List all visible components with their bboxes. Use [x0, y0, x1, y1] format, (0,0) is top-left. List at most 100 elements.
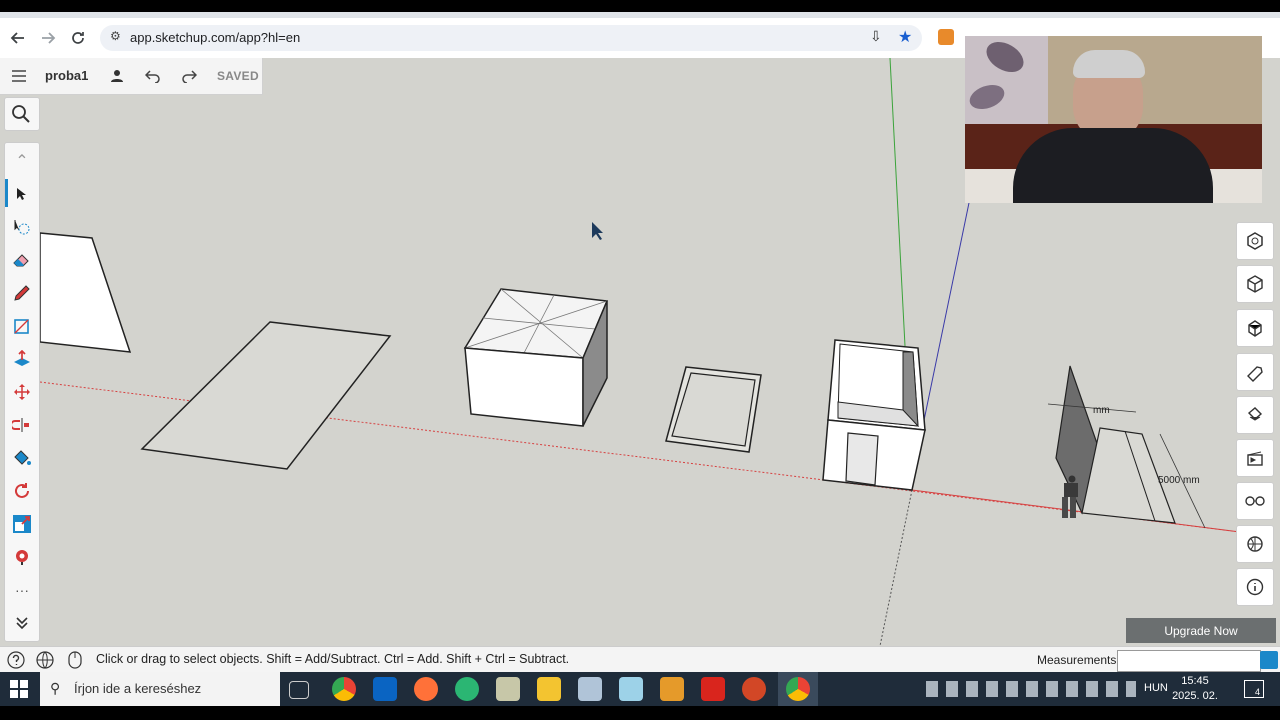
move-tool[interactable]: [6, 376, 38, 408]
active-chrome-task[interactable]: [778, 672, 818, 706]
tag-icon: [1247, 366, 1263, 382]
sketchup-logo-icon: [1260, 651, 1278, 669]
reload-icon: [72, 32, 84, 44]
arrow-right-icon: [42, 32, 56, 44]
solid-tools-panel-button[interactable]: [1236, 309, 1274, 347]
language-indicator[interactable]: HUN: [1144, 682, 1168, 694]
back-button[interactable]: [3, 18, 33, 58]
display-panel-button[interactable]: [1236, 482, 1274, 520]
install-icon[interactable]: ⇩: [870, 28, 882, 45]
measurements-input[interactable]: [1117, 650, 1261, 672]
clock-time: 15:45: [1181, 675, 1209, 687]
notepad-icon[interactable]: [496, 677, 520, 701]
search-tool-button[interactable]: [5, 98, 37, 130]
upgrade-now-button[interactable]: Upgrade Now: [1126, 618, 1276, 643]
undo-icon: [145, 70, 160, 83]
entity-info-panel-button[interactable]: [1236, 568, 1274, 606]
components-icon: [1247, 232, 1263, 250]
app-icon-7[interactable]: [578, 677, 602, 701]
materials-panel-button[interactable]: [1236, 396, 1274, 434]
tags-panel-button[interactable]: [1236, 353, 1274, 391]
pencil-tool[interactable]: [6, 277, 38, 309]
more-tools-button[interactable]: ···: [6, 574, 38, 606]
chrome-icon[interactable]: [332, 677, 356, 701]
scale-tool[interactable]: [6, 508, 38, 540]
redo-button[interactable]: [178, 66, 200, 86]
push-pull-icon: [14, 350, 30, 366]
collapse-up-button[interactable]: ⌃: [6, 145, 38, 177]
address-bar[interactable]: ⚙ app.sketchup.com/app?hl=en ⇩ ★: [100, 25, 922, 51]
help-icon[interactable]: [7, 651, 25, 669]
status-message: Click or drag to select objects. Shift =…: [96, 652, 570, 666]
taskbar-search-box[interactable]: ⚲ Írjon ide a kereséshez: [40, 672, 280, 706]
expand-down-button[interactable]: [6, 607, 38, 639]
lasso-icon: [14, 220, 30, 235]
system-tray-icons[interactable]: [926, 681, 1136, 697]
arrow-cursor-icon: [17, 188, 26, 200]
forward-button[interactable]: [33, 18, 63, 58]
blue-axis: [921, 197, 971, 431]
rectangle-tool[interactable]: [6, 310, 38, 342]
windows-start-button[interactable]: [10, 680, 28, 698]
mouse-icon[interactable]: [68, 651, 82, 669]
outlook-icon[interactable]: [373, 677, 397, 701]
bookmark-star-icon[interactable]: ★: [898, 27, 912, 47]
green-axis: [889, 58, 906, 347]
select-tool[interactable]: [6, 178, 38, 210]
cube-icon: [1247, 275, 1263, 293]
chrome-active-icon: [786, 677, 810, 701]
webcam-overlay: [965, 36, 1262, 203]
warehouse-panel-button[interactable]: [1236, 265, 1274, 303]
edge-icon[interactable]: [455, 677, 479, 701]
extension-icon[interactable]: [938, 29, 954, 45]
partial-plane-shape: [39, 232, 132, 353]
undo-button[interactable]: [142, 66, 164, 86]
acrobat-icon[interactable]: [701, 677, 725, 701]
mouse-cursor: [592, 222, 603, 240]
file-explorer-icon[interactable]: [537, 677, 561, 701]
styles-panel-button[interactable]: [1236, 525, 1274, 563]
task-view-icon[interactable]: [289, 681, 309, 699]
notification-center-icon[interactable]: 4: [1244, 680, 1264, 698]
model-title[interactable]: proba1: [45, 68, 88, 83]
search-icon: ⚲: [50, 680, 61, 696]
screen-bottom-bar: [0, 706, 1280, 720]
paint-bucket-icon: [14, 450, 31, 465]
dimension-line-1: [1047, 403, 1137, 413]
tune-icon[interactable]: ⚙: [110, 29, 121, 43]
scenes-panel-button[interactable]: [1236, 439, 1274, 477]
sketchup-header: proba1 SAVED: [0, 58, 263, 95]
clapper-icon: [1247, 451, 1263, 466]
firefox-icon[interactable]: [414, 677, 438, 701]
webcam-person-hair: [1073, 50, 1145, 78]
app-icon-8[interactable]: [619, 677, 643, 701]
tape-measure-tool[interactable]: [6, 541, 38, 573]
share-button[interactable]: [106, 66, 128, 86]
eraser-icon: [13, 254, 29, 267]
rotate-tool[interactable]: [6, 475, 38, 507]
reload-button[interactable]: [63, 18, 93, 58]
move-icon: [14, 384, 30, 400]
dimension-label-2: 5000 mm: [1158, 475, 1200, 486]
geolocation-globe-icon[interactable]: [36, 651, 54, 669]
info-icon: [1246, 578, 1264, 596]
powerpoint-icon[interactable]: [742, 677, 766, 701]
tape-measure-icon: [16, 550, 28, 565]
flip-tool[interactable]: [6, 409, 38, 441]
rotate-icon: [15, 483, 29, 498]
url-text: app.sketchup.com/app?hl=en: [130, 30, 301, 45]
push-pull-tool[interactable]: [6, 343, 38, 375]
dimension-label-1: mm: [1093, 405, 1110, 416]
app-icon-9[interactable]: [660, 677, 684, 701]
eraser-tool[interactable]: [6, 244, 38, 276]
glasses-icon: [1245, 496, 1265, 506]
paint-bucket-tool[interactable]: [6, 442, 38, 474]
menu-button[interactable]: [8, 66, 30, 86]
solid-icon: [1248, 320, 1262, 337]
flip-icon: [12, 418, 29, 432]
webcam-person-body: [1013, 128, 1213, 203]
rectangle-face: [140, 321, 392, 470]
chevrons-up-icon: ⌃: [15, 153, 29, 170]
components-panel-button[interactable]: [1236, 222, 1274, 260]
lasso-tool[interactable]: [6, 211, 38, 243]
